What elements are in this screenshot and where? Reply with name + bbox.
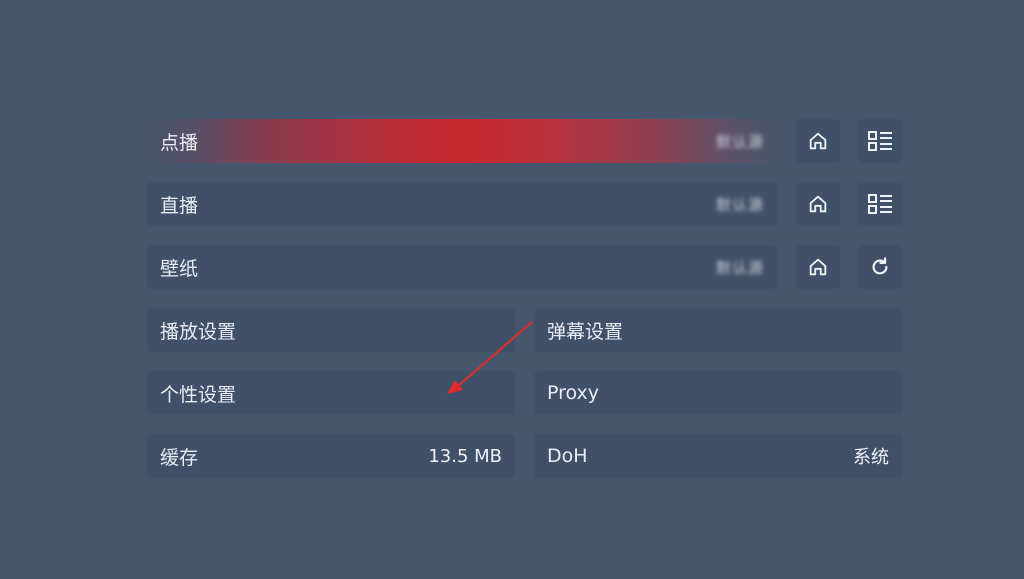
annotation-arrow xyxy=(447,321,533,394)
proxy-label: Proxy xyxy=(547,382,600,404)
doh-label: DoH xyxy=(547,445,588,467)
wallpaper-refresh-button[interactable] xyxy=(858,245,902,289)
vod-source-value: 默认源 xyxy=(715,132,764,151)
cache-label: 缓存 xyxy=(160,446,199,469)
playback-settings-label: 播放设置 xyxy=(160,320,237,343)
live-list-button[interactable] xyxy=(858,182,902,226)
live-label: 直播 xyxy=(160,194,199,217)
cache-button[interactable]: 缓存 13.5 MB xyxy=(147,434,515,478)
live-home-button[interactable] xyxy=(796,182,840,226)
list-icon xyxy=(868,194,892,214)
vod-list-button[interactable] xyxy=(858,119,902,163)
wallpaper-value: 默认源 xyxy=(715,258,764,277)
vod-label: 点播 xyxy=(160,131,199,154)
wallpaper-label: 壁纸 xyxy=(160,257,199,280)
personal-settings-label: 个性设置 xyxy=(160,383,237,406)
proxy-button[interactable]: Proxy xyxy=(534,371,902,415)
vod-source-row[interactable]: 点播 默认源 xyxy=(147,119,777,163)
vod-home-button[interactable] xyxy=(796,119,840,163)
live-source-value: 默认源 xyxy=(715,195,764,214)
danmaku-settings-button[interactable]: 弹幕设置 xyxy=(534,308,902,352)
wallpaper-row[interactable]: 壁纸 默认源 xyxy=(147,245,777,289)
wallpaper-home-button[interactable] xyxy=(796,245,840,289)
refresh-icon xyxy=(872,257,888,275)
cache-size-value: 13.5 MB xyxy=(428,445,502,467)
doh-button[interactable]: DoH 系统 xyxy=(534,434,902,478)
playback-settings-button[interactable]: 播放设置 xyxy=(147,308,515,352)
home-icon xyxy=(809,195,827,213)
list-icon xyxy=(868,131,892,151)
doh-value: 系统 xyxy=(853,447,889,468)
home-icon xyxy=(809,132,827,150)
danmaku-settings-label: 弹幕设置 xyxy=(547,320,624,343)
personal-settings-button[interactable]: 个性设置 xyxy=(147,371,515,415)
settings-screen: 点播 默认源 直播 默认源 壁纸 默认源 播放设置 弹幕设置 个性设置 Prox… xyxy=(0,0,1024,579)
live-source-row[interactable]: 直播 默认源 xyxy=(147,182,777,226)
home-icon xyxy=(809,258,827,276)
